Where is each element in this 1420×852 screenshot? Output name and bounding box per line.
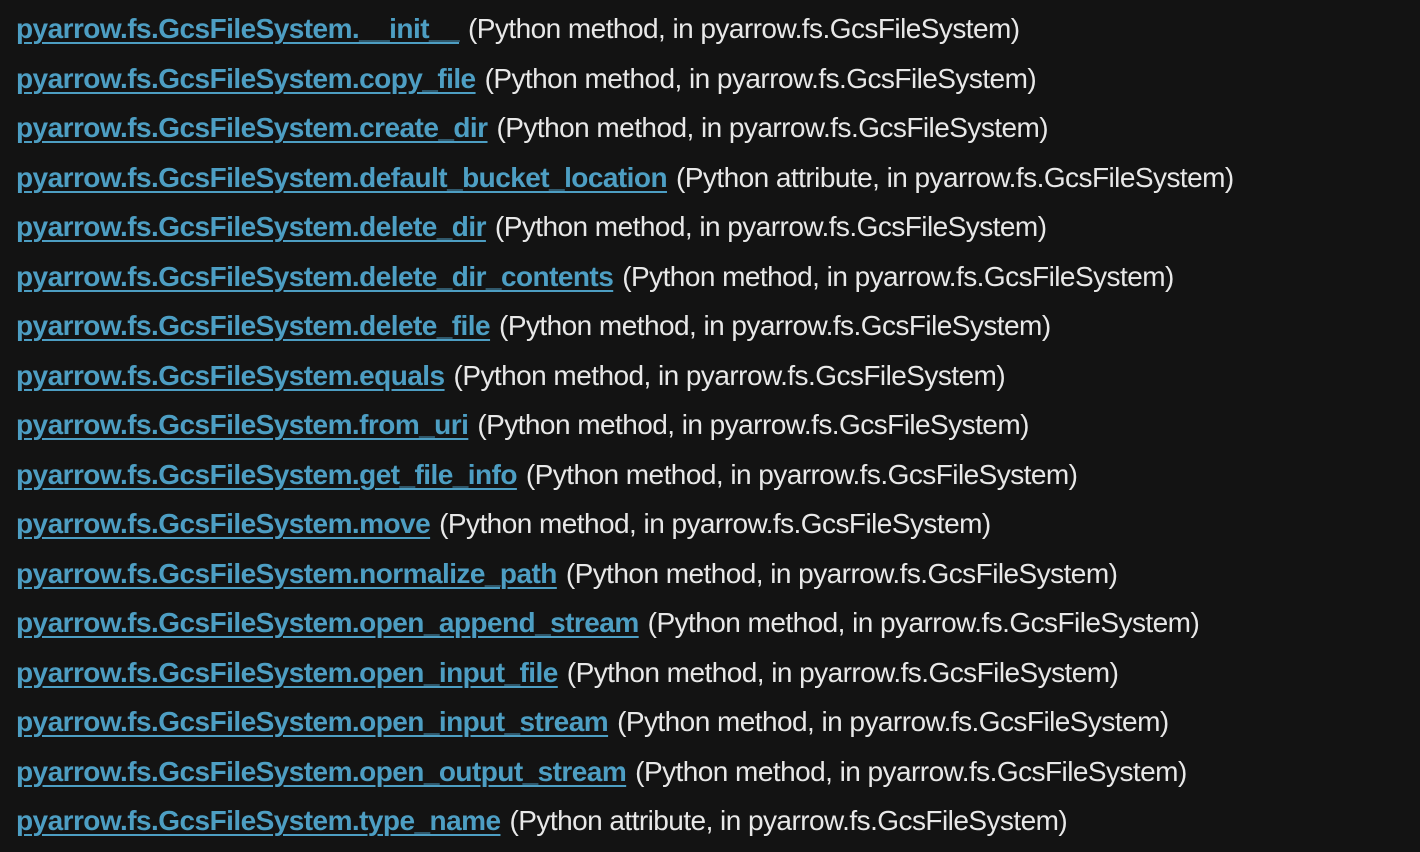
result-link[interactable]: pyarrow.fs.GcsFileSystem.create_dir — [16, 112, 488, 143]
result-description: (Python method, in pyarrow.fs.GcsFileSys… — [499, 310, 1051, 341]
result-link[interactable]: pyarrow.fs.GcsFileSystem.from_uri — [16, 409, 469, 440]
result-description: (Python method, in pyarrow.fs.GcsFileSys… — [439, 508, 991, 539]
result-description: (Python method, in pyarrow.fs.GcsFileSys… — [566, 656, 1119, 688]
result-item: pyarrow.fs.GcsFileSystem.delete_file (Pyt… — [16, 301, 1420, 351]
result-item: pyarrow.fs.GcsFileSystem.get_file_info (P… — [16, 450, 1420, 500]
result-description: (Python method, in pyarrow.fs.GcsFileSys… — [647, 607, 1200, 638]
result-description: (Python method, in pyarrow.fs.GcsFileSys… — [496, 112, 1049, 143]
result-link[interactable]: pyarrow.fs.GcsFileSystem.__init__ — [16, 13, 460, 44]
result-link[interactable]: pyarrow.fs.GcsFileSystem.normalize_path — [16, 558, 557, 589]
result-item: pyarrow.fs.GcsFileSystem.open_output_str… — [16, 747, 1420, 797]
result-description: (Python attribute, in pyarrow.fs.GcsFile… — [509, 805, 1068, 836]
result-description: (Python method, in pyarrow.fs.GcsFileSys… — [453, 359, 1006, 391]
result-link[interactable]: pyarrow.fs.GcsFileSystem.open_output_str… — [16, 756, 627, 787]
result-description: (Python method, in pyarrow.fs.GcsFileSys… — [494, 211, 1047, 242]
result-item: pyarrow.fs.GcsFileSystem.open_append_str… — [16, 598, 1420, 648]
result-link[interactable]: pyarrow.fs.GcsFileSystem.equals — [16, 360, 445, 391]
result-item: pyarrow.fs.GcsFileSystem.open_input_file… — [16, 648, 1420, 698]
result-link[interactable]: pyarrow.fs.GcsFileSystem.open_input_stre… — [16, 706, 609, 737]
result-description: (Python method, in pyarrow.fs.GcsFileSys… — [617, 706, 1169, 737]
result-description: (Python method, in pyarrow.fs.GcsFileSys… — [484, 62, 1037, 94]
result-description: (Python method, in pyarrow.fs.GcsFileSys… — [468, 13, 1020, 44]
result-link[interactable]: pyarrow.fs.GcsFileSystem.default_bucket_… — [16, 162, 668, 193]
result-description: (Python method, in pyarrow.fs.GcsFileSys… — [525, 458, 1078, 490]
result-link[interactable]: pyarrow.fs.GcsFileSystem.open_input_file — [16, 657, 558, 688]
result-link[interactable]: pyarrow.fs.GcsFileSystem.type_name — [16, 805, 501, 836]
result-link[interactable]: pyarrow.fs.GcsFileSystem.get_file_info — [16, 459, 517, 490]
result-link[interactable]: pyarrow.fs.GcsFileSystem.open_append_str… — [16, 607, 639, 638]
result-description: (Python method, in pyarrow.fs.GcsFileSys… — [477, 409, 1029, 440]
result-item: pyarrow.fs.GcsFileSystem.open_input_stre… — [16, 697, 1420, 747]
result-link[interactable]: pyarrow.fs.GcsFileSystem.delete_dir — [16, 211, 486, 242]
result-item: pyarrow.fs.GcsFileSystem.from_uri (Python… — [16, 400, 1420, 450]
result-link[interactable]: pyarrow.fs.GcsFileSystem.copy_file — [16, 63, 476, 94]
result-item: pyarrow.fs.GcsFileSystem.__init__ (Python… — [16, 4, 1420, 54]
result-description: (Python attribute, in pyarrow.fs.GcsFile… — [676, 161, 1234, 193]
result-item: pyarrow.fs.GcsFileSystem.move (Python met… — [16, 499, 1420, 549]
result-item: pyarrow.fs.GcsFileSystem.copy_file (Pytho… — [16, 54, 1420, 104]
result-description: (Python method, in pyarrow.fs.GcsFileSys… — [565, 557, 1118, 589]
result-description: (Python method, in pyarrow.fs.GcsFileSys… — [622, 260, 1174, 292]
result-item: pyarrow.fs.GcsFileSystem.delete_dir (Pyth… — [16, 202, 1420, 252]
search-results-list: pyarrow.fs.GcsFileSystem.__init__ (Python… — [0, 0, 1420, 852]
result-link[interactable]: pyarrow.fs.GcsFileSystem.delete_file — [16, 310, 491, 341]
result-item: pyarrow.fs.GcsFileSystem.normalize_path (… — [16, 549, 1420, 599]
result-description: (Python method, in pyarrow.fs.GcsFileSys… — [635, 755, 1187, 787]
result-item: pyarrow.fs.GcsFileSystem.create_dir (Pyth… — [16, 103, 1420, 153]
result-item: pyarrow.fs.GcsFileSystem.delete_dir_cont… — [16, 252, 1420, 302]
result-item: pyarrow.fs.GcsFileSystem.default_bucket_… — [16, 153, 1420, 203]
result-item: pyarrow.fs.GcsFileSystem.type_name (Pytho… — [16, 796, 1420, 846]
result-link[interactable]: pyarrow.fs.GcsFileSystem.delete_dir_cont… — [16, 261, 614, 292]
result-item: pyarrow.fs.GcsFileSystem.equals (Python m… — [16, 351, 1420, 401]
result-link[interactable]: pyarrow.fs.GcsFileSystem.move — [16, 508, 431, 539]
